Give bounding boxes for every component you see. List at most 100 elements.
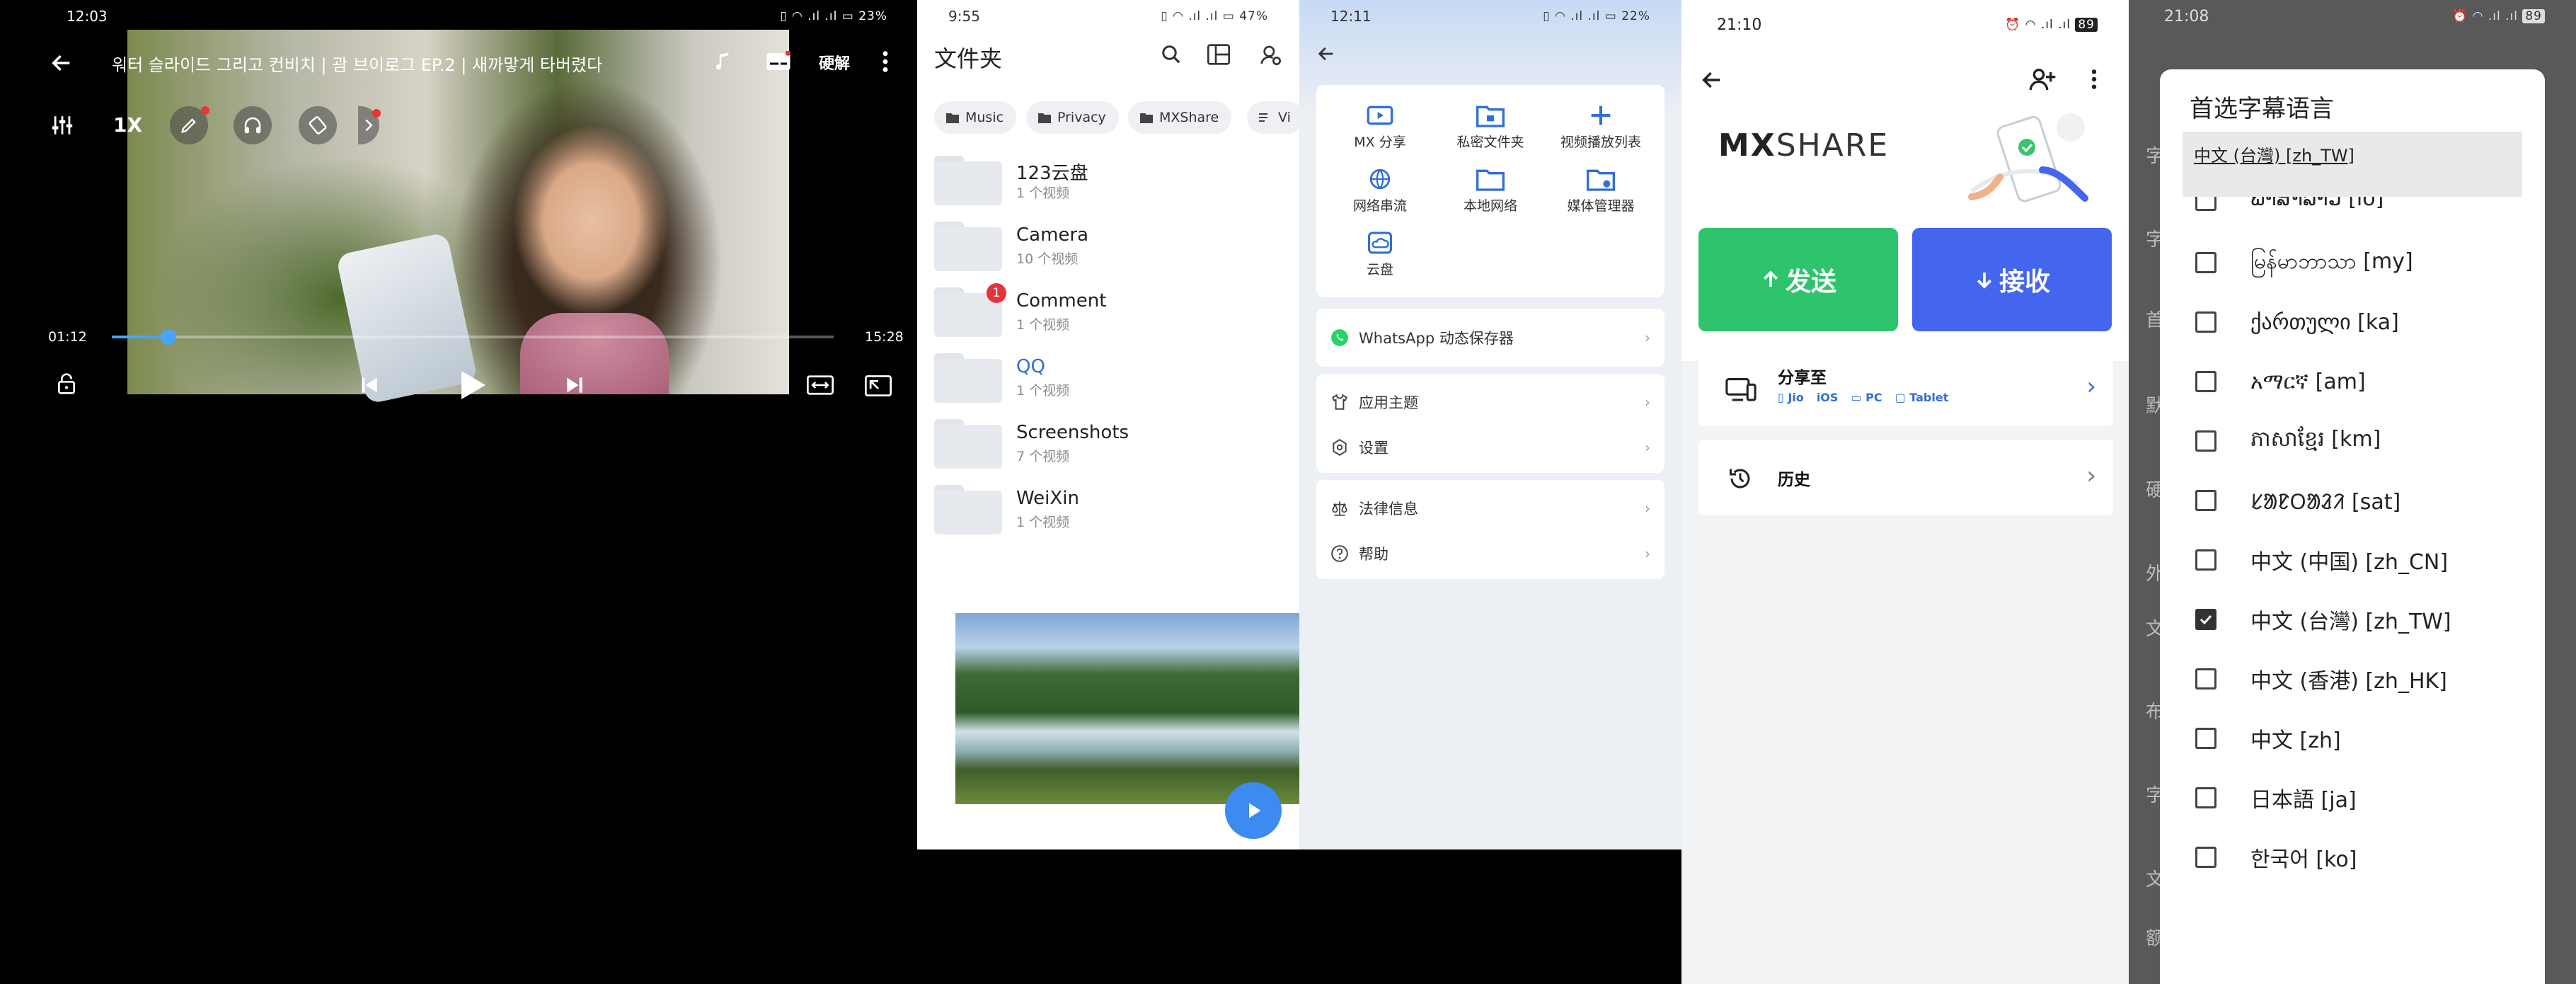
language-label: 日本語 [ja]: [2250, 788, 2357, 813]
chip-music[interactable]: Music: [934, 101, 1017, 134]
language-option[interactable]: አማርኛ [am]: [2195, 360, 2366, 403]
checkbox[interactable]: [2195, 549, 2216, 571]
language-option[interactable]: မြန်မာဘာသာ [my]: [2195, 241, 2413, 284]
equalizer-icon[interactable]: [50, 113, 75, 137]
account-settings-icon[interactable]: [1260, 44, 1282, 67]
status-bar: 9:55 ▯ ◠ .ıl .ıl ▭ 47%: [917, 0, 1299, 33]
folder-icon: [934, 222, 1002, 271]
video-frame[interactable]: [127, 30, 789, 405]
devices-icon: [1725, 378, 1756, 401]
grid-local-network[interactable]: 本地网络: [1434, 167, 1547, 214]
chip-mxshare[interactable]: MXShare: [1128, 101, 1232, 134]
headphone-tool-button[interactable]: [234, 106, 272, 144]
history-card[interactable]: 历史 ›: [1698, 440, 2113, 515]
row-settings[interactable]: 设置 ›: [1330, 426, 1650, 469]
language-label: မြန်မာဘာသာ [my]: [2250, 248, 2413, 274]
status-time: 12:03: [67, 8, 108, 25]
checkbox[interactable]: [2195, 252, 2216, 273]
play-icon[interactable]: [459, 368, 487, 402]
folder-list-panel: 9:55 ▯ ◠ .ıl .ıl ▭ 47% 文件夹 Music Privacy…: [917, 0, 1299, 849]
checkbox[interactable]: [2195, 430, 2216, 452]
media-folder-icon: [1587, 169, 1615, 191]
cloud-drive-icon: [1368, 231, 1392, 254]
share-to-card[interactable]: 分享至 ▯ Jio iOS ▭ PC ▢ Tablet ›: [1698, 351, 2113, 426]
arrow-down-icon: [1977, 273, 1992, 289]
speed-button[interactable]: 1X: [113, 113, 142, 137]
back-arrow-icon[interactable]: [1316, 44, 1336, 64]
video-thumbnail[interactable]: [955, 613, 1299, 804]
shirt-icon: [1331, 394, 1348, 410]
folder-icon: [934, 485, 1002, 534]
decoder-button[interactable]: 硬解: [819, 51, 850, 74]
play-fab[interactable]: [1225, 782, 1282, 839]
grid-private-folder[interactable]: 私密文件夹: [1434, 103, 1547, 151]
row-app-theme[interactable]: 应用主题 ›: [1330, 381, 1650, 423]
settings-card: 应用主题 › 设置 ›: [1316, 374, 1664, 473]
row-help[interactable]: 帮助 ›: [1330, 532, 1650, 575]
seek-knob[interactable]: [160, 329, 176, 345]
whatsapp-card[interactable]: WhatsApp 动态保存器 ›: [1316, 309, 1664, 367]
send-button[interactable]: 发送: [1698, 228, 1898, 331]
language-option[interactable]: 日本語 [ja]: [2195, 777, 2357, 819]
language-option[interactable]: ភាសាខ្មែរ [km]: [2195, 420, 2381, 462]
grid-cloud[interactable]: 云盘: [1323, 231, 1437, 278]
music-note-icon[interactable]: [713, 50, 735, 74]
history-icon: [1730, 469, 1750, 488]
folder-icon: [1140, 113, 1153, 123]
seek-bar-fill: [112, 336, 168, 338]
row-legal[interactable]: 法律信息 ›: [1330, 487, 1650, 530]
folder-name: Screenshots: [1016, 422, 1129, 443]
more-vert-icon[interactable]: [881, 50, 890, 74]
checkbox[interactable]: [2195, 609, 2216, 630]
globe-icon: [1369, 168, 1391, 190]
chip-videos[interactable]: Vi: [1247, 101, 1299, 134]
language-label: 中文 (台灣) [zh_TW]: [2250, 610, 2451, 634]
rotate-tool-button[interactable]: [299, 106, 337, 144]
language-option[interactable]: ქართული [ka]: [2195, 301, 2399, 343]
back-arrow-icon[interactable]: [1700, 68, 1724, 92]
aspect-ratio-icon[interactable]: [807, 375, 834, 395]
language-option[interactable]: 中文 (中国) [zh_CN]: [2195, 539, 2448, 581]
search-icon[interactable]: [1161, 44, 1182, 65]
folder-count: 1 个视频: [1016, 515, 1070, 530]
view-layout-icon[interactable]: [1207, 44, 1230, 65]
language-option[interactable]: 中文 (香港) [zh_HK]: [2195, 658, 2447, 700]
language-option[interactable]: ᱥᱟᱱᱛᱟᱲᱤ [sat]: [2195, 479, 2400, 522]
back-arrow-icon[interactable]: [50, 51, 74, 75]
checkbox[interactable]: [2195, 787, 2216, 808]
status-battery: ▯ ◠ .ıl .ıl ▭ 47%: [1161, 9, 1268, 23]
checkbox[interactable]: [2195, 728, 2216, 749]
checkbox[interactable]: [2195, 847, 2216, 868]
add-user-icon[interactable]: [2028, 65, 2057, 93]
checkbox[interactable]: [2195, 490, 2216, 511]
grid-network-stream[interactable]: 网络串流: [1323, 167, 1437, 214]
target-tablet: ▢ Tablet: [1894, 391, 1949, 404]
grid-media-manager[interactable]: 媒体管理器: [1544, 167, 1657, 214]
lock-icon[interactable]: [57, 372, 76, 395]
checkbox[interactable]: [2195, 371, 2216, 392]
play-arrow-icon: [1249, 803, 1261, 818]
chip-privacy[interactable]: Privacy: [1026, 101, 1119, 134]
language-label: ქართული [ka]: [2250, 309, 2399, 335]
receive-button[interactable]: 接收: [1912, 228, 2112, 331]
checkbox[interactable]: [2195, 311, 2216, 333]
pip-icon[interactable]: [865, 375, 892, 396]
checkbox[interactable]: [2195, 668, 2216, 690]
language-option[interactable]: 中文 [zh]: [2195, 717, 2341, 760]
seek-bar[interactable]: [112, 329, 834, 345]
subtitle-icon[interactable]: [766, 51, 791, 72]
status-battery: ▯ ◠ .ıl .ıl ▭ 22%: [1543, 9, 1650, 23]
language-label: 한국어 [ko]: [2250, 847, 2357, 872]
chevron-right-icon: ›: [1645, 439, 1650, 456]
dialog-title: 首选字幕语言: [2190, 95, 2334, 123]
skip-next-icon[interactable]: [563, 374, 587, 396]
skip-previous-icon[interactable]: [357, 374, 381, 396]
time-total: 15:28: [865, 329, 904, 345]
more-vert-icon[interactable]: [2091, 68, 2098, 91]
language-option[interactable]: 中文 (台灣) [zh_TW]: [2195, 598, 2451, 641]
status-bar: 12:03 ▯ ◠ .ıl .ıl ▭ 23%: [0, 0, 917, 33]
grid-mx-share[interactable]: MX 分享: [1323, 103, 1437, 151]
edit-tool-button[interactable]: [170, 106, 209, 144]
language-option[interactable]: 한국어 [ko]: [2195, 836, 2357, 879]
grid-video-playlist[interactable]: 视频播放列表: [1544, 103, 1657, 151]
